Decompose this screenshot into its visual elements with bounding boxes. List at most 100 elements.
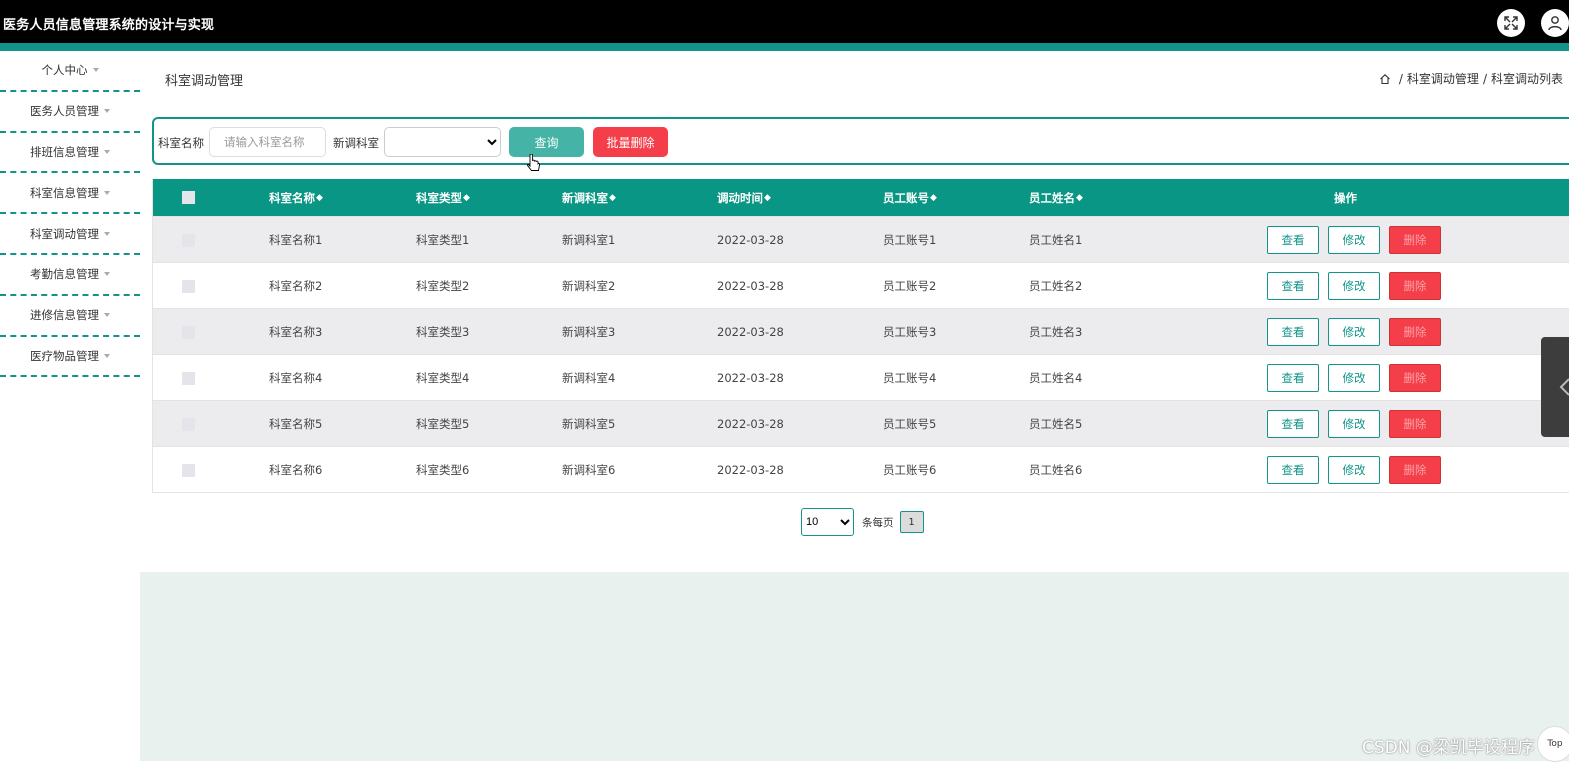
- column-header-department-type[interactable]: 科室类型 ◆: [416, 179, 470, 216]
- sidebar-item-personal-center[interactable]: 个人中心: [0, 51, 140, 92]
- breadcrumb-separator: /: [1482, 71, 1487, 86]
- sidebar-item-department-info[interactable]: 科室信息管理: [0, 173, 140, 215]
- row-checkbox[interactable]: [182, 464, 195, 477]
- edit-button[interactable]: 修改: [1328, 272, 1380, 300]
- fullscreen-icon: [1504, 16, 1518, 30]
- column-header-new-department[interactable]: 新调科室 ◆: [562, 179, 616, 216]
- sidebar-item-attendance[interactable]: 考勤信息管理: [0, 255, 140, 296]
- edit-button[interactable]: 修改: [1328, 410, 1380, 438]
- bulk-delete-button[interactable]: 批量删除: [593, 127, 668, 157]
- edit-button[interactable]: 修改: [1328, 226, 1380, 254]
- row-checkbox[interactable]: [182, 234, 195, 247]
- department-name-cell: 科室名称3: [269, 324, 323, 339]
- sidebar-item-label: 考勤信息管理: [30, 267, 99, 282]
- breadcrumb-item-current: 科室调动列表: [1490, 72, 1563, 86]
- department-type-cell: 科室类型1: [416, 232, 470, 247]
- caret-down-icon: [104, 149, 110, 154]
- edit-button[interactable]: 修改: [1328, 318, 1380, 346]
- row-actions: 查看 修改 删除: [1267, 226, 1450, 254]
- per-page-label: 条每页: [862, 516, 894, 529]
- delete-button[interactable]: 删除: [1389, 272, 1441, 300]
- staff-account-cell: 员工账号5: [883, 416, 937, 431]
- table-header: 科室名称 ◆ 科室类型 ◆ 新调科室 ◆ 调动时间 ◆ 员工账号 ◆ 员工姓名 ◆ 操作: [153, 179, 1569, 216]
- column-header-staff-name[interactable]: 员工姓名 ◆: [1029, 179, 1083, 216]
- new-department-cell: 新调科室1: [562, 232, 616, 247]
- view-button[interactable]: 查看: [1267, 364, 1319, 392]
- page-size-select[interactable]: 10: [801, 508, 854, 536]
- column-header-transfer-time[interactable]: 调动时间 ◆: [717, 179, 771, 216]
- department-name-cell: 科室名称4: [269, 370, 323, 385]
- row-checkbox[interactable]: [182, 418, 195, 431]
- view-button[interactable]: 查看: [1267, 456, 1319, 484]
- page-number-button[interactable]: 1: [899, 511, 924, 533]
- department-name-cell: 科室名称6: [269, 462, 323, 477]
- sort-icon[interactable]: ◆: [316, 193, 323, 203]
- sidebar-item-medical-staff[interactable]: 医务人员管理: [0, 92, 140, 133]
- search-form: 科室名称 新调科室 查询 批量删除: [152, 117, 1569, 165]
- new-department-label: 新调科室: [333, 136, 379, 150]
- sidebar-item-training[interactable]: 进修信息管理: [0, 296, 140, 337]
- pagination: 10 条每页 1: [801, 508, 924, 536]
- edit-button[interactable]: 修改: [1328, 456, 1380, 484]
- staff-account-cell: 员工账号4: [883, 370, 937, 385]
- staff-account-cell: 员工账号1: [883, 232, 937, 247]
- department-type-cell: 科室类型2: [416, 278, 470, 293]
- delete-button[interactable]: 删除: [1389, 226, 1441, 254]
- sort-icon[interactable]: ◆: [764, 193, 771, 203]
- caret-down-icon: [92, 68, 99, 73]
- row-checkbox[interactable]: [182, 372, 195, 385]
- staff-account-cell: 员工账号3: [883, 324, 937, 339]
- breadcrumb: / 科室调动管理 / 科室调动列表: [1379, 70, 1563, 87]
- row-actions: 查看 修改 删除: [1267, 364, 1450, 392]
- sidebar-item-label: 进修信息管理: [30, 308, 99, 323]
- sort-icon[interactable]: ◆: [1076, 193, 1083, 203]
- table-row: 科室名称6 科室类型6 新调科室6 2022-03-28 员工账号6 员工姓名6…: [153, 446, 1569, 492]
- sidebar-item-medical-supplies[interactable]: 医疗物品管理: [0, 337, 140, 378]
- query-button[interactable]: 查询: [509, 127, 584, 157]
- new-department-cell: 新调科室3: [562, 324, 616, 339]
- sidebar-item-label: 医疗物品管理: [30, 348, 99, 363]
- user-button[interactable]: [1541, 9, 1569, 37]
- delete-button[interactable]: 删除: [1389, 318, 1441, 346]
- transfer-time-cell: 2022-03-28: [717, 278, 784, 293]
- select-all-checkbox[interactable]: [182, 191, 195, 204]
- row-checkbox[interactable]: [182, 280, 195, 293]
- table-row: 科室名称1 科室类型1 新调科室1 2022-03-28 员工账号1 员工姓名1…: [153, 216, 1569, 262]
- sort-icon[interactable]: ◆: [463, 193, 470, 203]
- sidebar-item-schedule[interactable]: 排班信息管理: [0, 133, 140, 174]
- page-title: 科室调动管理: [165, 74, 244, 89]
- view-button[interactable]: 查看: [1267, 272, 1319, 300]
- view-button[interactable]: 查看: [1267, 226, 1319, 254]
- caret-down-icon: [104, 231, 110, 236]
- sidebar: 个人中心 医务人员管理 排班信息管理 科室信息管理 科室调动管理 考勤信息管理 …: [0, 51, 140, 378]
- sidebar-item-department-transfer[interactable]: 科室调动管理: [0, 214, 140, 255]
- mouse-pointer-icon: [527, 154, 540, 171]
- sort-icon[interactable]: ◆: [930, 193, 937, 203]
- new-department-cell: 新调科室6: [562, 462, 616, 477]
- delete-button[interactable]: 删除: [1389, 364, 1441, 392]
- side-panel-toggle[interactable]: [1541, 337, 1569, 437]
- column-header-staff-account[interactable]: 员工账号 ◆: [883, 179, 937, 216]
- sort-icon[interactable]: ◆: [609, 193, 616, 203]
- delete-button[interactable]: 删除: [1389, 456, 1441, 484]
- column-header-department-name[interactable]: 科室名称 ◆: [269, 179, 323, 216]
- view-button[interactable]: 查看: [1267, 410, 1319, 438]
- new-department-select[interactable]: [384, 127, 501, 157]
- view-button[interactable]: 查看: [1267, 318, 1319, 346]
- row-checkbox[interactable]: [182, 326, 195, 339]
- back-to-top-button[interactable]: Top: [1537, 726, 1569, 762]
- staff-account-cell: 员工账号6: [883, 462, 937, 477]
- staff-name-cell: 员工姓名6: [1029, 462, 1083, 477]
- transfer-time-cell: 2022-03-28: [717, 324, 784, 339]
- new-department-cell: 新调科室4: [562, 370, 616, 385]
- home-icon[interactable]: [1379, 73, 1391, 85]
- breadcrumb-separator: /: [1398, 71, 1403, 86]
- staff-name-cell: 员工姓名3: [1029, 324, 1083, 339]
- delete-button[interactable]: 删除: [1389, 410, 1441, 438]
- row-actions: 查看 修改 删除: [1267, 318, 1450, 346]
- fullscreen-button[interactable]: [1497, 9, 1525, 37]
- breadcrumb-item[interactable]: 科室调动管理: [1407, 70, 1479, 87]
- department-name-input[interactable]: [209, 127, 326, 157]
- department-type-cell: 科室类型6: [416, 462, 470, 477]
- edit-button[interactable]: 修改: [1328, 364, 1380, 392]
